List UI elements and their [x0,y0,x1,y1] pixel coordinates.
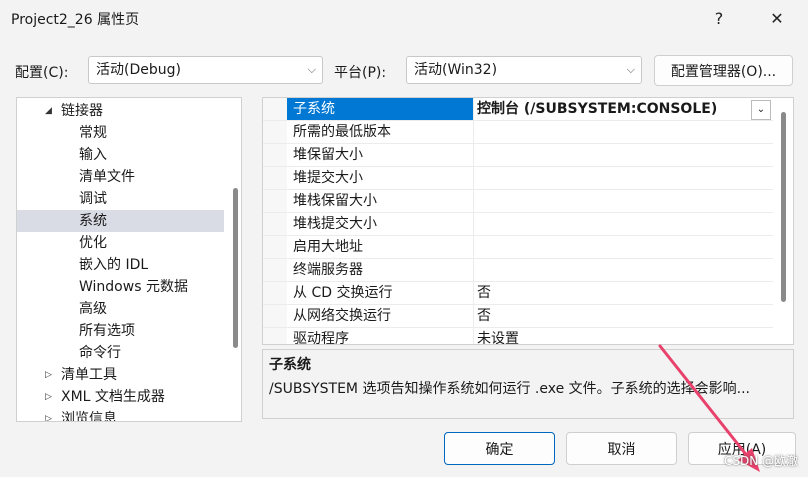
watermark: CSDN @欧澈 [723,454,798,468]
annotation-arrow [658,344,760,472]
